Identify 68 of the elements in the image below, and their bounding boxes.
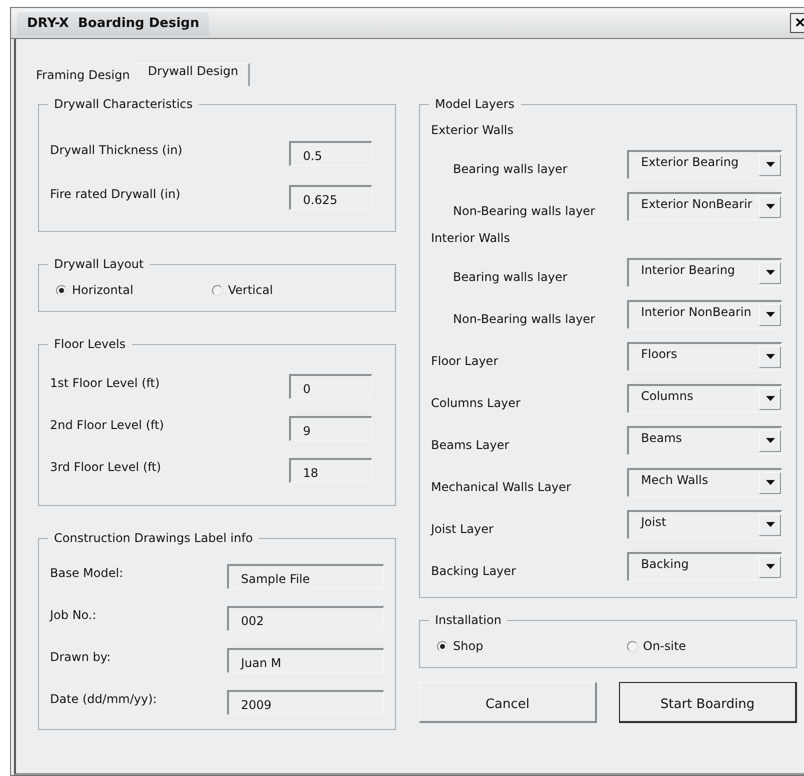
caret-icon — [766, 438, 774, 443]
field-label: Fire rated Drywall (in) — [50, 187, 180, 201]
layer-dropdown[interactable]: Joist — [627, 510, 782, 538]
layer-dropdown[interactable]: Exterior NonBearir — [627, 192, 782, 220]
field-label: 3rd Floor Level (ft) — [50, 460, 162, 474]
layer-label: Non-Bearing walls layer — [453, 204, 596, 218]
input-field[interactable]: Sample File — [227, 564, 384, 588]
input-field[interactable]: Juan M — [227, 648, 384, 672]
layer-dropdown[interactable]: Mech Walls — [627, 468, 782, 496]
radio-button[interactable] — [627, 640, 638, 652]
radio-button[interactable] — [437, 640, 448, 652]
radio-label: On-site — [643, 639, 686, 653]
layer-dropdown[interactable]: Columns — [627, 384, 782, 412]
layer-label: Beams Layer — [431, 438, 510, 452]
input-field[interactable]: 9 — [289, 416, 372, 440]
group-title: Construction Drawings Label info — [48, 530, 259, 546]
group-title: Drywall Characteristics — [48, 96, 199, 112]
caret-icon — [766, 354, 774, 359]
caret-icon — [766, 564, 774, 569]
caret-icon — [766, 270, 774, 275]
section-label: Interior Walls — [431, 231, 510, 245]
field-label: Date (dd/mm/yy): — [50, 692, 157, 706]
radio-label: Horizontal — [72, 283, 134, 297]
caret-icon — [766, 204, 774, 209]
caret-icon — [766, 522, 774, 527]
layer-label: Floor Layer — [431, 354, 498, 368]
layer-dropdown[interactable]: Interior Bearing — [627, 258, 782, 286]
radio-button[interactable] — [212, 284, 223, 296]
caret-icon — [766, 480, 774, 485]
layer-label: Bearing walls layer — [453, 162, 568, 176]
input-field[interactable]: 0 — [289, 374, 372, 398]
layer-dropdown[interactable]: Floors — [627, 342, 782, 370]
window-title: DRY-X Boarding Design — [17, 12, 210, 36]
dialog-button[interactable]: Start Boarding — [619, 682, 797, 723]
input-field[interactable]: 0.625 — [289, 184, 372, 210]
group-title: Model Layers — [429, 96, 521, 112]
input-field[interactable]: 2009 — [227, 690, 384, 714]
layer-dropdown[interactable]: Beams — [627, 426, 782, 454]
layer-dropdown[interactable]: Interior NonBearin — [627, 300, 782, 328]
dialog-button[interactable]: Cancel — [419, 682, 597, 723]
field-label: Drawn by: — [50, 650, 111, 664]
input-field[interactable]: 18 — [289, 458, 372, 482]
radio-label: Shop — [453, 639, 484, 653]
section-label: Exterior Walls — [431, 123, 514, 137]
field-label: 1st Floor Level (ft) — [50, 376, 160, 390]
caret-icon — [766, 396, 774, 401]
layer-label: Mechanical Walls Layer — [431, 480, 571, 494]
field-label: Drywall Thickness (in) — [50, 143, 182, 157]
tab[interactable]: Drywall Design — [138, 63, 250, 86]
caret-icon — [766, 162, 774, 167]
tab[interactable]: Framing Design — [30, 68, 138, 87]
field-label: Base Model: — [50, 566, 124, 580]
group-title: Drywall Layout — [48, 256, 150, 272]
field-label: 2nd Floor Level (ft) — [50, 418, 164, 432]
radio-button[interactable] — [56, 284, 67, 296]
radio-label: Vertical — [228, 283, 273, 297]
caret-icon — [766, 312, 774, 317]
close-button[interactable]: × — [790, 13, 804, 33]
layer-dropdown[interactable]: Backing — [627, 552, 782, 580]
layer-dropdown[interactable]: Exterior Bearing — [627, 150, 782, 178]
layer-label: Joist Layer — [431, 522, 494, 536]
field-label: Job No.: — [50, 608, 96, 622]
layer-label: Non-Bearing walls layer — [453, 312, 596, 326]
input-field[interactable]: 002 — [227, 606, 384, 630]
layer-label: Columns Layer — [431, 396, 520, 410]
layer-label: Bearing walls layer — [453, 270, 568, 284]
input-field[interactable]: 0.5 — [289, 140, 372, 166]
layer-label: Backing Layer — [431, 564, 516, 578]
